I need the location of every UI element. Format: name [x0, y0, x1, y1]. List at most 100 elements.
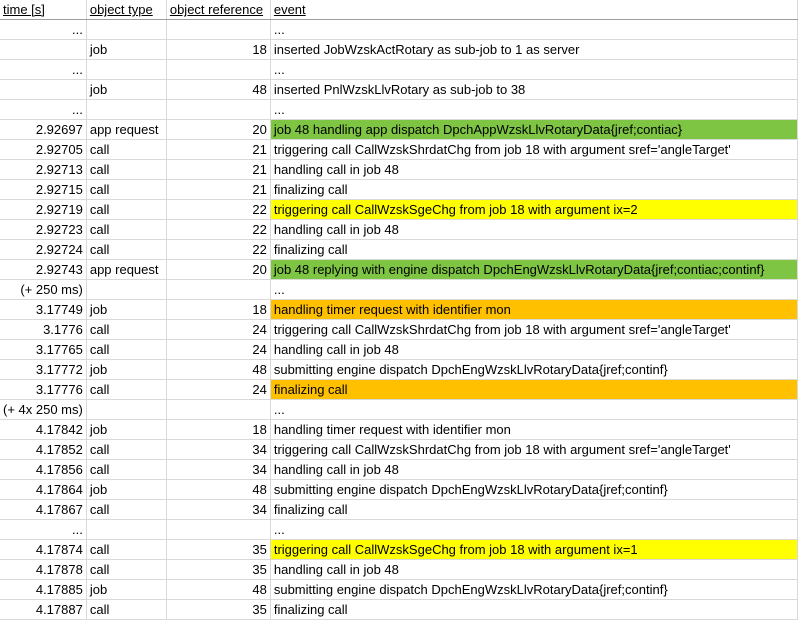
cell-event[interactable]: handling call in job 48 [270, 159, 798, 180]
cell-time[interactable]: 2.92697 [0, 119, 87, 140]
cell-object-reference[interactable]: 48 [166, 479, 271, 500]
cell-event[interactable]: job 48 replying with engine dispatch Dpc… [270, 259, 798, 280]
cell-event[interactable]: inserted PnlWzskLlvRotary as sub-job to … [270, 79, 798, 100]
cell-object-reference[interactable]: 34 [166, 499, 271, 520]
cell-event[interactable]: ... [270, 19, 798, 40]
cell-time[interactable]: 4.17864 [0, 479, 87, 500]
cell-object-type[interactable]: job [86, 299, 167, 320]
cell-event[interactable]: finalizing call [270, 239, 798, 260]
cell-object-reference[interactable]: 24 [166, 339, 271, 360]
cell-time[interactable]: 3.17749 [0, 299, 87, 320]
cell-object-type[interactable]: job [86, 419, 167, 440]
cell-event[interactable]: handling timer request with identifier m… [270, 299, 798, 320]
cell-time[interactable]: 2.92723 [0, 219, 87, 240]
cell-object-reference[interactable]: 22 [166, 199, 271, 220]
cell-object-type[interactable]: call [86, 539, 167, 560]
cell-time[interactable]: ... [0, 59, 87, 80]
cell-object-reference[interactable] [166, 279, 271, 300]
cell-object-reference[interactable] [166, 99, 271, 120]
header-object-type[interactable]: object type [86, 0, 167, 20]
cell-object-type[interactable]: call [86, 499, 167, 520]
cell-object-type[interactable] [86, 59, 167, 80]
cell-object-reference[interactable]: 18 [166, 299, 271, 320]
cell-object-type[interactable] [86, 519, 167, 540]
cell-time[interactable] [0, 79, 87, 100]
cell-event[interactable]: ... [270, 59, 798, 80]
header-object-reference[interactable]: object reference [166, 0, 271, 20]
cell-object-reference[interactable]: 48 [166, 579, 271, 600]
cell-object-type[interactable]: job [86, 579, 167, 600]
cell-object-reference[interactable] [166, 399, 271, 420]
cell-object-type[interactable]: call [86, 199, 167, 220]
cell-event[interactable]: handling call in job 48 [270, 559, 798, 580]
cell-object-reference[interactable] [166, 59, 271, 80]
cell-time[interactable]: 2.92719 [0, 199, 87, 220]
cell-event[interactable]: handling call in job 48 [270, 459, 798, 480]
cell-object-reference[interactable]: 48 [166, 79, 271, 100]
cell-object-type[interactable]: app request [86, 259, 167, 280]
cell-object-type[interactable]: call [86, 319, 167, 340]
cell-object-reference[interactable]: 35 [166, 599, 271, 620]
cell-event[interactable]: ... [270, 99, 798, 120]
cell-event[interactable]: finalizing call [270, 599, 798, 620]
cell-time[interactable]: 3.17772 [0, 359, 87, 380]
cell-object-reference[interactable]: 21 [166, 179, 271, 200]
cell-time[interactable]: 4.17856 [0, 459, 87, 480]
cell-event[interactable]: handling call in job 48 [270, 219, 798, 240]
cell-object-type[interactable]: job [86, 39, 167, 60]
cell-time[interactable]: 4.17852 [0, 439, 87, 460]
cell-time[interactable]: 4.17867 [0, 499, 87, 520]
cell-object-type[interactable] [86, 19, 167, 40]
cell-object-type[interactable]: call [86, 559, 167, 580]
cell-time[interactable]: 3.17765 [0, 339, 87, 360]
cell-object-type[interactable]: job [86, 359, 167, 380]
cell-object-type[interactable]: call [86, 139, 167, 160]
cell-object-reference[interactable]: 21 [166, 139, 271, 160]
cell-object-type[interactable]: call [86, 339, 167, 360]
cell-event[interactable]: submitting engine dispatch DpchEngWzskLl… [270, 579, 798, 600]
cell-event[interactable]: ... [270, 519, 798, 540]
cell-time[interactable]: 4.17887 [0, 599, 87, 620]
cell-object-reference[interactable] [166, 19, 271, 40]
cell-event[interactable]: finalizing call [270, 379, 798, 400]
cell-object-type[interactable]: call [86, 439, 167, 460]
cell-time[interactable]: 4.17885 [0, 579, 87, 600]
cell-object-type[interactable]: app request [86, 119, 167, 140]
cell-time[interactable]: 4.17878 [0, 559, 87, 580]
cell-object-type[interactable]: call [86, 219, 167, 240]
cell-object-type[interactable]: call [86, 239, 167, 260]
cell-time[interactable]: ... [0, 99, 87, 120]
cell-time[interactable]: 2.92705 [0, 139, 87, 160]
cell-time[interactable]: 2.92743 [0, 259, 87, 280]
cell-time[interactable]: (+ 4x 250 ms) [0, 399, 87, 420]
cell-object-reference[interactable]: 22 [166, 219, 271, 240]
cell-time[interactable]: (+ 250 ms) [0, 279, 87, 300]
cell-event[interactable]: handling timer request with identifier m… [270, 419, 798, 440]
cell-time[interactable]: 2.92715 [0, 179, 87, 200]
cell-object-reference[interactable]: 18 [166, 419, 271, 440]
header-event[interactable]: event [270, 0, 798, 20]
cell-event[interactable]: submitting engine dispatch DpchEngWzskLl… [270, 479, 798, 500]
cell-event[interactable]: handling call in job 48 [270, 339, 798, 360]
cell-object-type[interactable]: call [86, 379, 167, 400]
cell-object-type[interactable] [86, 399, 167, 420]
cell-time[interactable]: 2.92713 [0, 159, 87, 180]
cell-object-type[interactable]: job [86, 479, 167, 500]
cell-time[interactable]: 2.92724 [0, 239, 87, 260]
cell-event[interactable]: ... [270, 279, 798, 300]
cell-object-reference[interactable]: 35 [166, 539, 271, 560]
cell-object-reference[interactable] [166, 519, 271, 540]
cell-event[interactable]: job 48 handling app dispatch DpchAppWzsk… [270, 119, 798, 140]
cell-time[interactable]: ... [0, 519, 87, 540]
cell-event[interactable]: inserted JobWzskActRotary as sub-job to … [270, 39, 798, 60]
cell-object-reference[interactable]: 34 [166, 439, 271, 460]
cell-object-type[interactable] [86, 99, 167, 120]
cell-time[interactable]: ... [0, 19, 87, 40]
cell-time[interactable]: 4.17842 [0, 419, 87, 440]
cell-object-reference[interactable]: 18 [166, 39, 271, 60]
cell-object-reference[interactable]: 22 [166, 239, 271, 260]
cell-event[interactable]: finalizing call [270, 499, 798, 520]
cell-object-reference[interactable]: 24 [166, 319, 271, 340]
cell-object-reference[interactable]: 20 [166, 119, 271, 140]
cell-time[interactable] [0, 39, 87, 60]
